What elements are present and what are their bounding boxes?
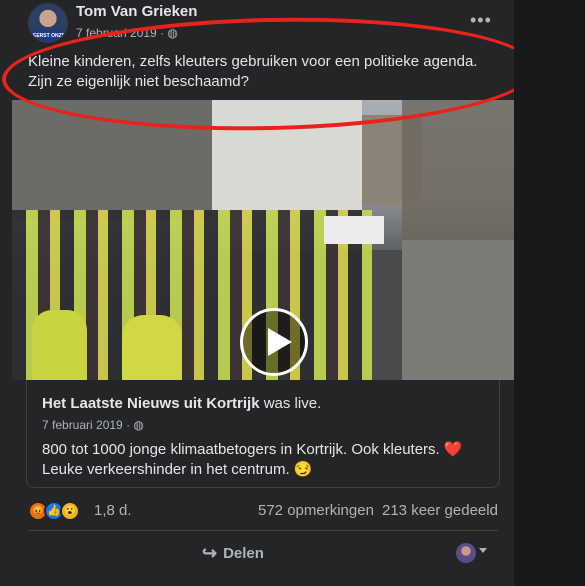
page-background xyxy=(514,0,585,586)
play-icon xyxy=(268,328,292,356)
globe-icon: · ◍ xyxy=(122,418,144,432)
share-count[interactable]: 213 keer gedeeld xyxy=(382,502,498,519)
more-options-icon[interactable]: ••• xyxy=(470,10,492,31)
shared-date[interactable]: 7 februari 2019 · ◍ xyxy=(42,418,144,432)
chevron-down-icon[interactable] xyxy=(479,548,487,553)
shared-was-live: was live. xyxy=(263,395,322,412)
viewer-avatar[interactable] xyxy=(456,543,476,563)
comment-count[interactable]: 572 opmerkingen xyxy=(258,502,374,519)
play-button[interactable] xyxy=(240,308,308,376)
share-icon: ↪ xyxy=(202,542,218,563)
share-label: Delen xyxy=(223,544,264,562)
author-avatar[interactable]: EERST ONZE MENSEN xyxy=(28,3,68,43)
shared-title: Het Laatste Nieuws uit Kortrijk was live… xyxy=(42,395,321,412)
video-thumbnail[interactable] xyxy=(12,100,514,380)
wow-reaction-icon: 😮 xyxy=(60,501,80,521)
sidewalk xyxy=(402,240,514,380)
author-name[interactable]: Tom Van Grieken xyxy=(76,3,197,20)
shared-page-name[interactable]: Het Laatste Nieuws uit Kortrijk xyxy=(42,395,260,412)
divider xyxy=(28,530,498,531)
child-vest xyxy=(32,310,87,380)
shared-text: 800 tot 1000 jonge klimaatbetogers in Ko… xyxy=(42,441,463,478)
avatar-badge: EERST ONZE MENSEN xyxy=(29,30,67,42)
reaction-count[interactable]: 1,8 d. xyxy=(94,502,132,519)
protest-banner xyxy=(324,216,384,244)
child-vest xyxy=(122,315,182,380)
reaction-icons[interactable]: 😡 👍 😮 xyxy=(28,501,88,521)
trees xyxy=(402,100,514,250)
share-button[interactable]: ↪ Delen xyxy=(202,543,264,563)
